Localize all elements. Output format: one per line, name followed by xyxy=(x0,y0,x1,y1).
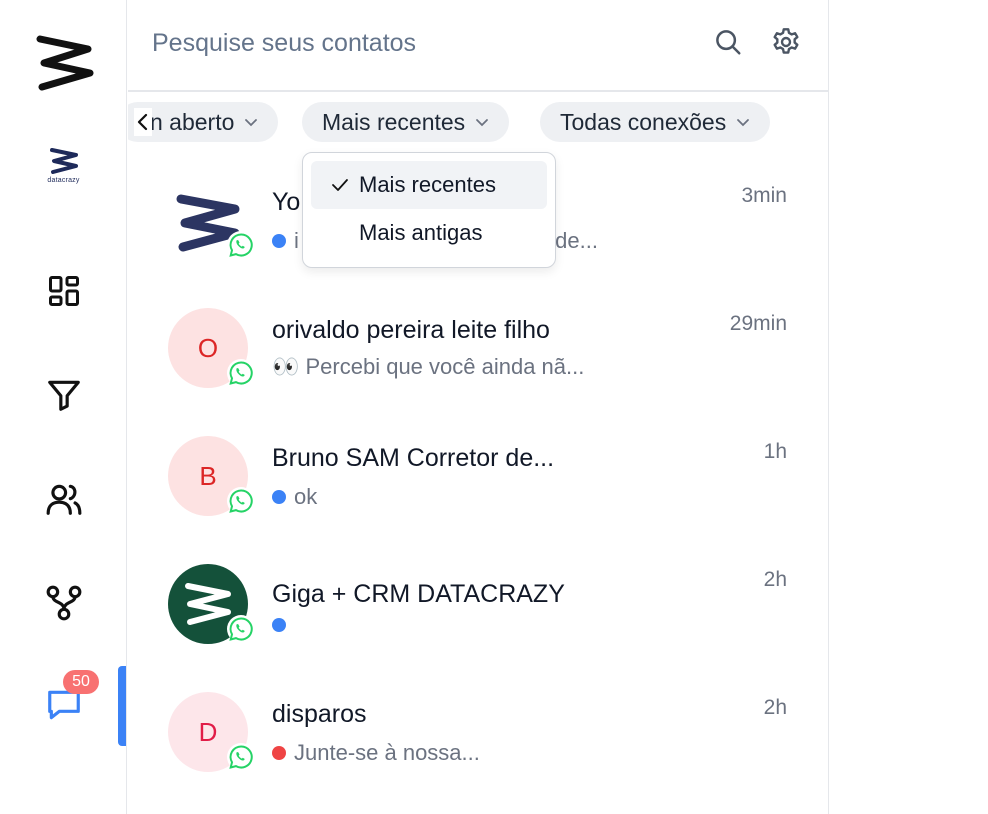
sort-option-recent[interactable]: Mais recentes xyxy=(311,161,547,209)
message-time: 2h xyxy=(763,696,787,719)
nav-dashboard[interactable] xyxy=(0,270,127,312)
whatsapp-icon xyxy=(227,487,255,515)
app-logo-icon xyxy=(36,35,93,91)
active-indicator xyxy=(118,666,126,746)
check-icon xyxy=(332,179,348,191)
users-icon xyxy=(46,484,81,515)
chevron-down-icon xyxy=(737,119,750,127)
message-preview: 👀 Percebi que você ainda nã... xyxy=(272,354,584,380)
contact-name: Giga + CRM DATACRAZY xyxy=(272,580,565,608)
message-preview: Junte-se à nossa... xyxy=(272,740,480,766)
preview-text: ok xyxy=(294,484,318,509)
whatsapp-icon xyxy=(227,231,255,259)
status-filter-label: n aberto xyxy=(150,108,235,135)
dashboard-icon xyxy=(48,276,79,306)
gear-icon xyxy=(773,28,799,54)
workflow-icon xyxy=(46,585,81,621)
message-time: 1h xyxy=(763,440,787,463)
unread-dot xyxy=(272,618,286,632)
scroll-left-button[interactable] xyxy=(134,108,152,136)
contact-name: Yo xyxy=(272,188,301,216)
unread-dot xyxy=(272,234,286,248)
nav-funnel[interactable] xyxy=(0,374,127,416)
chevron-down-icon xyxy=(245,119,258,127)
whatsapp-icon xyxy=(227,615,255,643)
message-preview: ok xyxy=(272,484,317,510)
preview-text: 👀 Percebi que você ainda nã... xyxy=(272,354,585,379)
search-input[interactable] xyxy=(152,22,672,64)
chat-unread-badge: 50 xyxy=(63,670,99,694)
sort-option-label: Mais recentes xyxy=(359,172,496,197)
search-button[interactable] xyxy=(710,24,746,60)
conversation-row[interactable]: D disparos Junte-se à nossa... 2h xyxy=(128,672,828,800)
sort-filter-label: Mais recentes xyxy=(322,108,466,135)
sort-option-oldest[interactable]: Mais antigas xyxy=(311,209,547,257)
preview-text: i xyxy=(294,228,299,253)
chevron-left-icon xyxy=(137,113,148,131)
whatsapp-icon xyxy=(227,743,255,771)
workspace-logo-text: datacrazy xyxy=(47,176,80,184)
nav-integrations[interactable] xyxy=(0,582,127,624)
app-logo[interactable] xyxy=(0,30,127,92)
conversation-row[interactable]: B Bruno SAM Corretor de... ok 1h xyxy=(128,416,828,544)
filter-bar: n aberto Mais recentes Todas conexões xyxy=(128,102,828,146)
message-time: 2h xyxy=(763,568,787,591)
conversation-row[interactable]: O orivaldo pereira leite filho 👀 Percebi… xyxy=(128,288,828,416)
preview-text: Junte-se à nossa... xyxy=(294,740,480,765)
connections-filter-chip[interactable]: Todas conexões xyxy=(540,102,771,142)
contact-name: orivaldo pereira leite filho xyxy=(272,316,550,344)
message-time: 3min xyxy=(741,184,787,207)
conversation-row[interactable]: Giga + CRM DATACRAZY 2h xyxy=(128,544,828,672)
settings-button[interactable] xyxy=(768,24,804,60)
connections-filter-label: Todas conexões xyxy=(560,108,727,135)
sidebar-rail: datacrazy 50 xyxy=(0,0,127,814)
nav-chats[interactable] xyxy=(0,684,127,726)
contact-name: disparos xyxy=(272,700,367,728)
search-bar xyxy=(128,0,828,92)
contact-name: Bruno SAM Corretor de... xyxy=(272,444,555,472)
sort-dropdown-menu: Mais recentes Mais antigas xyxy=(302,152,556,268)
contacts-panel: n aberto Mais recentes Todas conexões xyxy=(128,0,829,814)
unread-dot xyxy=(272,490,286,504)
sort-filter-chip[interactable]: Mais recentes xyxy=(302,102,510,142)
workspace-logo[interactable]: datacrazy xyxy=(0,140,127,190)
chevron-down-icon xyxy=(476,119,489,127)
funnel-icon xyxy=(47,380,80,411)
message-preview xyxy=(272,618,294,632)
search-icon xyxy=(716,30,741,55)
workspace-logo-icon xyxy=(49,147,78,174)
message-time: 29min xyxy=(729,312,787,335)
nav-contacts[interactable] xyxy=(0,478,127,520)
status-dot xyxy=(272,746,286,760)
sort-option-label: Mais antigas xyxy=(359,220,483,245)
whatsapp-icon xyxy=(227,359,255,387)
